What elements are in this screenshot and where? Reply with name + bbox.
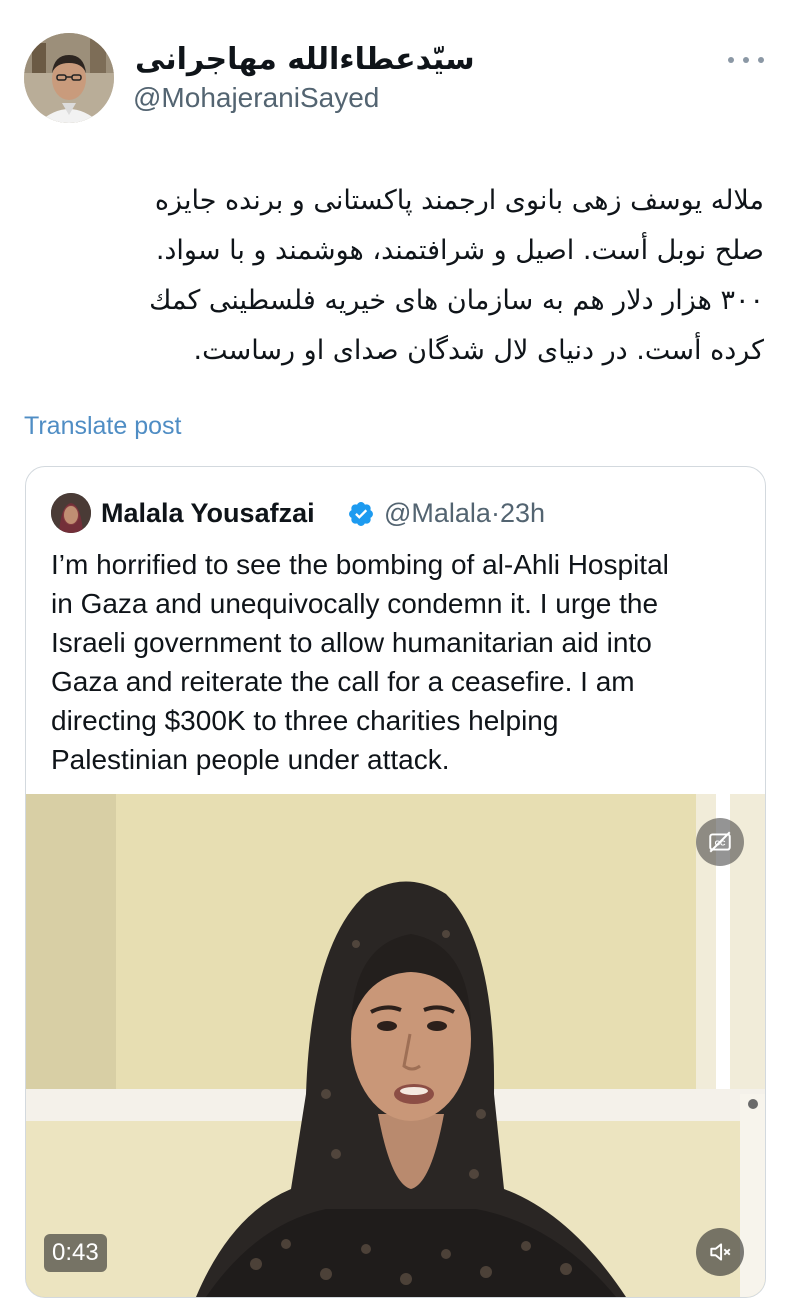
quoted-text-line: Israeli government to allow humanitarian…: [51, 627, 652, 658]
quoted-post-card[interactable]: Malala Yousafzai @Malala·23h I’m horrifi…: [25, 466, 766, 1298]
post-text-line: ملاله یوسف زهی بانوی ارجمند پاکستانی و ب…: [154, 185, 764, 216]
author-handle[interactable]: @MohajeraniSayed: [133, 82, 379, 114]
video-player[interactable]: CC 0:43: [26, 794, 765, 1297]
post-text-line: صلح نوبل أست. اصیل و شرافتمند، هوشمند و …: [155, 235, 764, 266]
quoted-post-text: I’m horrified to see the bombing of al-A…: [51, 545, 751, 779]
captions-off-icon[interactable]: CC: [696, 818, 744, 866]
dot: [728, 57, 734, 63]
quoted-text-line: in Gaza and unequivocally condemn it. I …: [51, 588, 659, 619]
quoted-text-line: directing $300K to three charities helpi…: [51, 705, 559, 736]
more-dots-icon[interactable]: [728, 50, 764, 70]
quoted-meta: @Malala·23h: [384, 498, 545, 529]
meta-separator: ·: [490, 498, 500, 528]
quoted-text-line: Palestinian people under attack.: [51, 744, 450, 775]
post-header: سیّدعطاءالله مهاجرانی @MohajeraniSayed: [0, 0, 789, 140]
post-text-line: ۳۰۰ هزار دلار هم به سازمان های خیریه فلس…: [149, 285, 764, 316]
verified-badge-icon: [349, 502, 373, 526]
post-text: ملاله یوسف زهی بانوی ارجمند پاکستانی و ب…: [40, 176, 764, 376]
author-display-name[interactable]: سیّدعطاءالله مهاجرانی: [135, 42, 475, 77]
speaker-glyph: [710, 1243, 731, 1261]
dot: [743, 57, 749, 63]
quoted-author-avatar[interactable]: [51, 493, 91, 533]
video-timestamp: 0:43: [44, 1234, 107, 1272]
captions-glyph: CC: [709, 831, 731, 853]
quoted-author-name[interactable]: Malala Yousafzai: [101, 498, 315, 529]
translate-post-link[interactable]: Translate post: [24, 412, 181, 441]
video-frame: [26, 794, 765, 1297]
post-text-line: کرده أست. در دنیای لال شدگان صدای او رسا…: [193, 335, 764, 366]
quoted-post-time[interactable]: 23h: [500, 498, 545, 528]
muted-speaker-icon[interactable]: [696, 1228, 744, 1276]
quoted-text-line: I’m horrified to see the bombing of al-A…: [51, 549, 669, 580]
author-avatar[interactable]: [24, 33, 114, 123]
dot: [758, 57, 764, 63]
quoted-author-handle[interactable]: @Malala: [384, 498, 491, 528]
quoted-text-line: Gaza and reiterate the call for a ceasef…: [51, 666, 635, 697]
